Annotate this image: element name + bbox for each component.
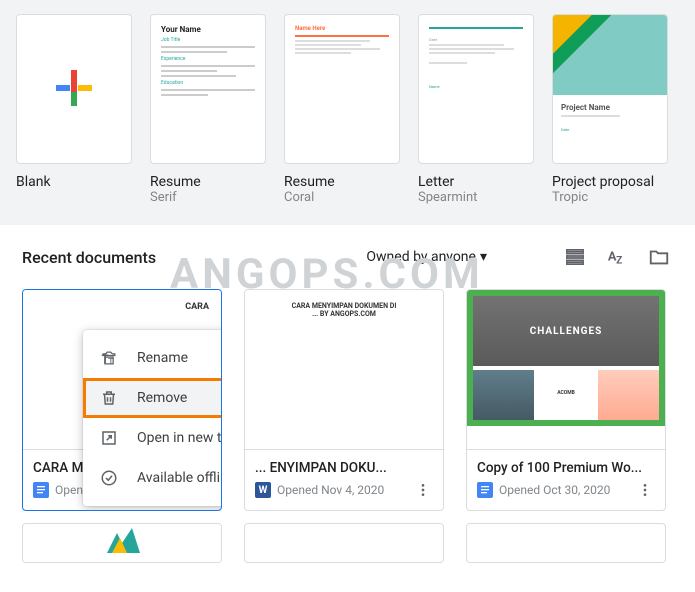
document-card[interactable] [244,523,444,563]
context-menu-open-new-tab[interactable]: Open in new tab [83,418,222,458]
context-menu-remove[interactable]: Remove [83,378,222,418]
template-title: Resume [150,174,266,190]
document-card[interactable]: CARA CARA M... Opened 9:30 AM TT Rename [22,289,222,511]
docs-icon [33,482,49,498]
list-view-icon[interactable] [561,243,589,271]
template-blank-thumb[interactable] [16,14,132,164]
recent-documents-title: Recent documents [22,248,156,267]
plus-icon [54,68,94,110]
offline-icon [99,468,119,488]
document-title: ... ENYIMPAN DOKU... [255,460,433,476]
recent-header: Recent documents Owned by anyone ▾ AZ [0,225,695,281]
template-resume-coral-thumb[interactable]: Name Here [284,14,400,164]
docs-icon [477,482,493,498]
template-resume-serif: Your Name Job Title Experience Education… [150,14,266,205]
more-options-button[interactable] [635,480,655,500]
template-resume-coral: Name Here Resume Coral [284,14,400,205]
template-title: Project proposal [552,174,668,190]
owner-filter-dropdown[interactable]: Owned by anyone ▾ [366,249,487,265]
context-menu: TT Rename Remove Open in new tab [83,330,222,506]
word-icon: W [255,482,271,498]
svg-text:T: T [108,358,114,368]
trash-icon [99,388,119,408]
folder-icon[interactable] [645,243,673,271]
context-menu-available-offline[interactable]: Available offline [83,458,222,498]
template-proposal: Project Name Date Project proposal Tropi… [552,14,668,205]
template-subtitle: Serif [150,190,266,205]
template-subtitle: Spearmint [418,190,534,205]
template-subtitle: Coral [284,190,400,205]
open-new-tab-icon [99,428,119,448]
template-subtitle: Tropic [552,190,668,205]
template-letter: Date Name Letter Spearmint [418,14,534,205]
document-card[interactable]: CARA MENYIMPAN DOKUMEN DI ... BY ANGOPS.… [244,289,444,511]
document-preview: CARA MENYIMPAN DOKUMEN DI ... BY ANGOPS.… [245,290,443,450]
template-letter-thumb[interactable]: Date Name [418,14,534,164]
template-title: Letter [418,174,534,190]
sort-az-icon[interactable]: AZ [603,243,631,271]
documents-grid-row2 [0,519,695,567]
more-options-button[interactable] [413,480,433,500]
document-date: Opened Oct 30, 2020 [499,483,629,497]
template-blank: Blank [16,14,132,205]
document-card[interactable]: CHALLENGES ACOMB Copy of 100 Premium Wo.… [466,289,666,511]
document-card[interactable] [22,523,222,563]
documents-grid: CARA CARA M... Opened 9:30 AM TT Rename [0,281,695,519]
template-title: Resume [284,174,400,190]
template-resume-serif-thumb[interactable]: Your Name Job Title Experience Education [150,14,266,164]
template-proposal-thumb[interactable]: Project Name Date [552,14,668,164]
caret-down-icon: ▾ [480,249,487,265]
document-preview: CHALLENGES ACOMB [467,290,665,450]
template-title: Blank [16,174,132,190]
rename-icon: TT [99,348,119,368]
context-menu-rename[interactable]: TT Rename [83,338,222,378]
document-date: Opened Nov 4, 2020 [277,483,407,497]
svg-text:Z: Z [616,255,622,266]
document-title: Copy of 100 Premium Wo... [477,460,655,476]
template-gallery: Blank Your Name Job Title Experience Edu… [0,0,695,225]
document-card[interactable] [466,523,666,563]
